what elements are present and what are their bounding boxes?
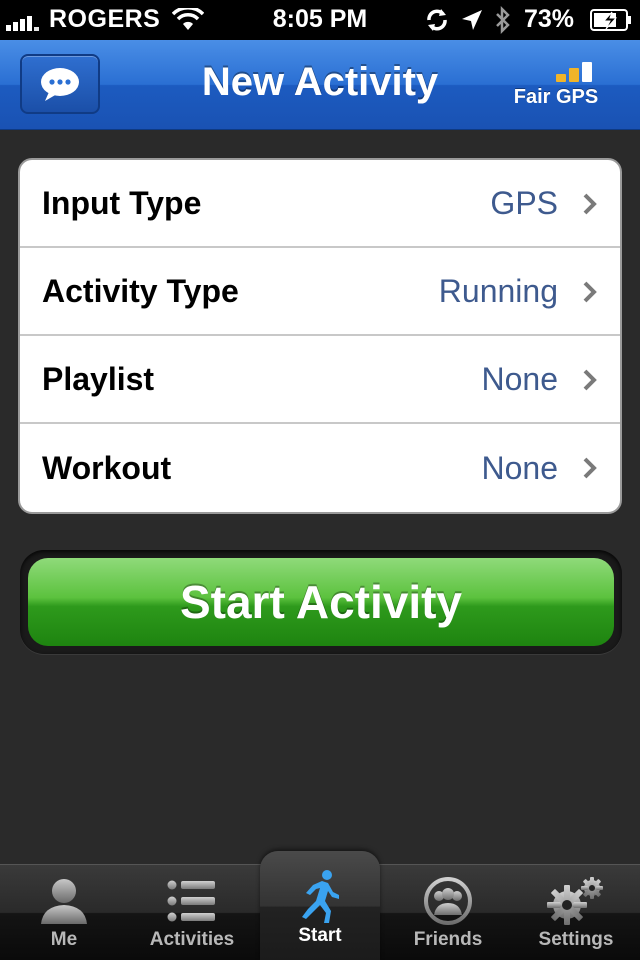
sync-icon <box>427 8 447 31</box>
chevron-right-icon <box>583 369 597 391</box>
tab-activities[interactable]: Activities <box>128 865 256 960</box>
list-icon <box>167 880 215 922</box>
start-activity-button[interactable]: Start Activity <box>28 558 614 646</box>
person-icon <box>41 879 87 924</box>
row-label: Activity Type <box>42 272 239 309</box>
tab-friends[interactable]: Friends <box>384 865 512 960</box>
row-value: None <box>481 360 559 397</box>
navigation-bar: New Activity Fair GPS <box>0 40 640 130</box>
chevron-right-icon <box>583 193 597 215</box>
tab-label: Start <box>298 925 342 946</box>
tab-label: Activities <box>149 929 235 950</box>
tab-start[interactable]: Start <box>260 851 380 960</box>
activity-settings-table: Input Type GPS Activity Type Running Pla… <box>18 158 622 514</box>
row-workout[interactable]: Workout None <box>20 424 620 512</box>
row-label: Playlist <box>42 360 155 397</box>
bluetooth-icon <box>496 5 510 34</box>
status-bar: ROGERS 8:05 PM 73% <box>0 0 640 40</box>
gps-status: Fair GPS <box>510 58 610 109</box>
row-activity-type[interactable]: Activity Type Running <box>20 248 620 336</box>
friends-icon <box>424 877 472 925</box>
tab-label: Settings <box>538 929 614 950</box>
tab-settings[interactable]: Settings <box>512 865 640 960</box>
tab-label: Me <box>50 929 78 950</box>
tab-bar: Me Activities Start Friends Settings <box>0 851 640 960</box>
location-arrow-icon <box>461 9 482 30</box>
tab-me[interactable]: Me <box>0 865 128 960</box>
row-value: None <box>481 449 559 486</box>
gears-icon <box>547 877 603 925</box>
row-label: Workout <box>42 449 172 486</box>
row-label: Input Type <box>42 184 202 221</box>
row-value: GPS <box>490 184 558 221</box>
battery-charging-icon <box>590 8 631 31</box>
runner-icon <box>302 870 339 923</box>
gps-label: Fair GPS <box>513 86 599 108</box>
chevron-right-icon <box>583 281 597 303</box>
row-value: Running <box>438 272 558 309</box>
row-playlist[interactable]: Playlist None <box>20 336 620 424</box>
gps-signal-icon <box>540 58 610 82</box>
chevron-right-icon <box>583 457 597 479</box>
tab-label: Friends <box>413 929 483 950</box>
row-input-type[interactable]: Input Type GPS <box>20 160 620 248</box>
battery-percent: 73% <box>523 5 574 33</box>
